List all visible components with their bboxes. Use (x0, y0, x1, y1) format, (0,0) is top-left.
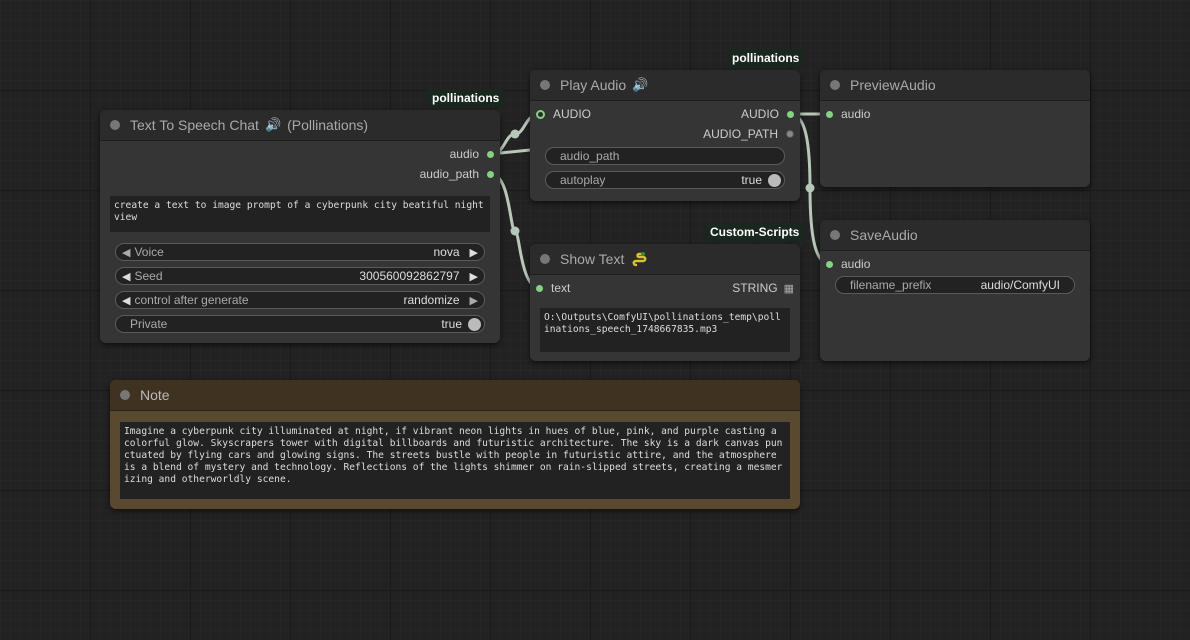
seed-number[interactable]: ◀ Seed 300560092862797 ▶ (115, 267, 485, 285)
node-title-bar[interactable]: SaveAudio (820, 220, 1090, 251)
voice-combo[interactable]: ◀ Voice nova ▶ (115, 243, 485, 261)
widget-value: 300560092862797 (359, 269, 460, 283)
widget-label: Voice (134, 245, 164, 259)
output-socket[interactable] (787, 110, 794, 118)
input-label: AUDIO (553, 107, 592, 121)
widget-value: true (441, 317, 462, 331)
widget-value: nova (433, 245, 460, 259)
link-midpoint (510, 226, 520, 236)
note-textarea[interactable]: Imagine a cyberpunk city illuminated at … (120, 422, 790, 499)
output-socket[interactable] (487, 170, 494, 178)
output-label: audio (449, 147, 479, 161)
input-socket[interactable] (536, 284, 543, 292)
widget-label: filename_prefix (850, 278, 932, 292)
node-badge-custom-scripts: Custom-Scripts (705, 223, 805, 241)
arrow-right-icon[interactable]: ▶ (470, 246, 478, 259)
note-node[interactable]: Note Imagine a cyberpunk city illuminate… (110, 380, 800, 509)
input-audio[interactable]: AUDIO (536, 106, 591, 122)
input-label: audio (841, 107, 871, 121)
filename-prefix-field[interactable]: filename_prefix audio/ComfyUI (835, 276, 1075, 294)
widget-label: Seed (134, 269, 163, 283)
collapse-dot[interactable] (830, 230, 840, 240)
output-socket[interactable] (487, 150, 494, 158)
widget-label: autoplay (560, 173, 606, 187)
speaker-icon: 🔊 (264, 117, 282, 132)
node-title-suffix: (Pollinations) (287, 117, 369, 133)
output-audio[interactable]: audio (450, 146, 494, 162)
arrow-left-icon[interactable]: ◀ (122, 246, 130, 259)
input-audio[interactable]: audio (826, 106, 870, 122)
input-audio[interactable]: audio (826, 256, 870, 272)
collapse-dot[interactable] (830, 80, 840, 90)
link-midpoint (510, 129, 520, 139)
node-title: Play Audio (560, 77, 627, 93)
input-label: audio (841, 257, 871, 271)
output-string[interactable]: STRING ▦ (732, 280, 794, 296)
arrow-left-icon[interactable]: ◀ (122, 270, 130, 283)
input-text[interactable]: text (536, 280, 570, 296)
widget-label: control after generate (134, 293, 249, 307)
input-socket[interactable] (826, 260, 833, 268)
snake-icon (632, 251, 648, 267)
output-label: AUDIO_PATH (703, 127, 778, 141)
output-audio[interactable]: AUDIO (741, 106, 794, 122)
node-title-bar[interactable]: PreviewAudio (820, 70, 1090, 101)
node-title-bar[interactable]: Note (110, 380, 800, 411)
widget-label: Private (130, 317, 168, 331)
node-title-bar[interactable]: Text To Speech Chat 🔊 (Pollinations) (100, 110, 500, 141)
output-label: AUDIO (740, 107, 779, 121)
show-text-output[interactable]: O:\Outputs\ComfyUI\pollinations_temp\pol… (540, 308, 790, 352)
output-socket[interactable] (786, 130, 794, 138)
node-title-bar[interactable]: Show Text (530, 244, 800, 275)
node-title: PreviewAudio (850, 77, 936, 93)
output-audio-path[interactable]: AUDIO_PATH (703, 126, 794, 142)
prompt-textarea[interactable]: create a text to image prompt of a cyber… (110, 196, 490, 232)
arrow-left-icon[interactable]: ◀ (122, 294, 130, 307)
private-toggle[interactable]: Private true (115, 315, 485, 333)
save-audio-node[interactable]: SaveAudio audio filename_prefix audio/Co… (820, 220, 1090, 361)
output-label: audio_path (419, 167, 479, 181)
collapse-dot[interactable] (120, 390, 130, 400)
collapse-dot[interactable] (540, 254, 550, 264)
link-midpoint (805, 183, 815, 193)
output-audio-path[interactable]: audio_path (420, 166, 494, 182)
node-title: Show Text (560, 251, 625, 267)
toggle-knob[interactable] (468, 317, 481, 331)
collapse-dot[interactable] (110, 120, 120, 130)
output-label: STRING (732, 281, 778, 295)
input-label: text (551, 281, 571, 295)
node-badge-pollinations: pollinations (727, 49, 805, 67)
widget-value: audio/ComfyUI (980, 278, 1060, 292)
collapse-dot[interactable] (540, 80, 550, 90)
play-audio-node[interactable]: Play Audio 🔊 AUDIO AUDIO AUDIO_PATH audi… (530, 70, 800, 201)
node-title: Note (140, 387, 170, 403)
arrow-right-icon[interactable]: ▶ (470, 270, 478, 283)
speaker-icon: 🔊 (632, 77, 649, 92)
input-socket[interactable] (536, 109, 545, 119)
grid-socket-icon[interactable]: ▦ (784, 282, 794, 295)
toggle-knob[interactable] (768, 173, 781, 187)
autoplay-toggle[interactable]: autoplay true (545, 171, 785, 189)
widget-label: audio_path (560, 149, 620, 163)
show-text-node[interactable]: Show Text text STRING ▦ O:\Outputs\Comfy… (530, 244, 800, 361)
text-to-speech-node[interactable]: Text To Speech Chat 🔊 (Pollinations) aud… (100, 110, 500, 343)
node-title: Text To Speech Chat (130, 117, 259, 133)
node-title-bar[interactable]: Play Audio 🔊 (530, 70, 800, 101)
node-badge-pollinations: pollinations (427, 89, 505, 107)
control-after-generate-combo[interactable]: ◀ control after generate randomize ▶ (115, 291, 485, 309)
arrow-right-icon[interactable]: ▶ (470, 294, 478, 307)
audio-path-field[interactable]: audio_path (545, 147, 785, 165)
input-socket[interactable] (826, 110, 833, 118)
widget-value: true (741, 173, 762, 187)
widget-value: randomize (403, 293, 460, 307)
node-title: SaveAudio (850, 227, 918, 243)
preview-audio-node[interactable]: PreviewAudio audio (820, 70, 1090, 187)
